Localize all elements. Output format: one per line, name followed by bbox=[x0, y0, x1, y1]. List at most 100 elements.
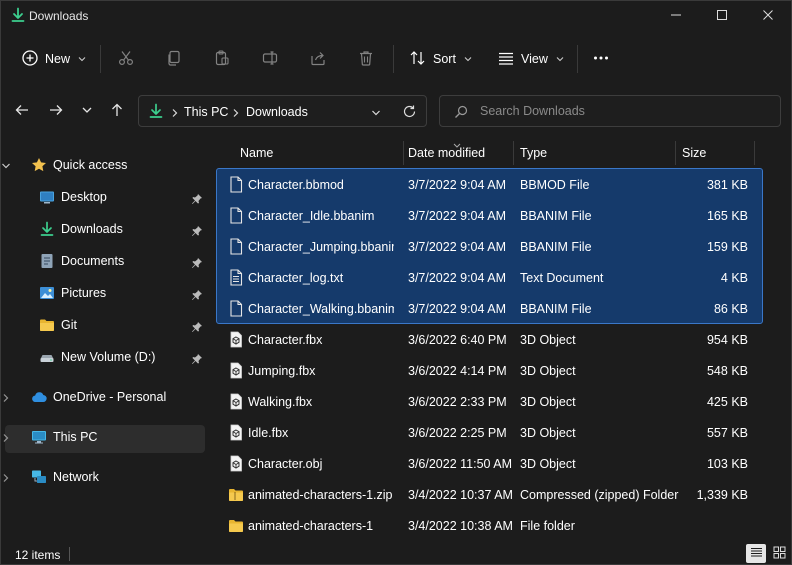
paste-button[interactable] bbox=[213, 43, 231, 75]
up-button[interactable] bbox=[105, 99, 129, 123]
file-row[interactable]: Idle.fbx 3/6/2022 2:25 PM 3D Object 557 KB bbox=[216, 417, 791, 448]
sidebar-item-network[interactable]: Network bbox=[3, 463, 99, 491]
chevron-right-icon[interactable] bbox=[1, 392, 11, 402]
column-header-name[interactable]: Name bbox=[240, 141, 273, 165]
file-size: 557 KB bbox=[706, 426, 748, 440]
file-row[interactable]: Character.obj 3/6/2022 11:50 AM 3D Object 1… bbox=[216, 448, 791, 479]
file-row[interactable]: animated-characters-1 3/4/2022 10:38 AM Fi… bbox=[216, 510, 791, 541]
tiles-view-icon bbox=[773, 546, 786, 562]
column-divider[interactable] bbox=[675, 141, 676, 165]
details-view-button[interactable] bbox=[746, 544, 766, 563]
share-button[interactable] bbox=[309, 43, 327, 75]
3d-object-icon bbox=[228, 455, 244, 472]
column-header-size[interactable]: Size bbox=[682, 141, 706, 165]
desktop-icon bbox=[39, 189, 55, 205]
file-row[interactable]: Character_Jumping.bbanim 3/7/2022 9:04 AM… bbox=[216, 231, 791, 262]
file-name: Character.fbx bbox=[248, 333, 323, 347]
3d-object-icon bbox=[228, 331, 244, 348]
file-name: animated-characters-1.zip bbox=[248, 488, 393, 502]
file-row[interactable]: Character_Idle.bbanim 3/7/2022 9:04 AM BBA… bbox=[216, 200, 791, 231]
view-button[interactable]: View bbox=[497, 43, 564, 75]
search-input[interactable] bbox=[480, 102, 770, 120]
sidebar-item-label: Git bbox=[61, 318, 77, 332]
pin-icon[interactable] bbox=[191, 289, 203, 301]
pin-icon[interactable] bbox=[191, 193, 203, 205]
sidebar-item-onedrive[interactable]: OneDrive - Personal bbox=[3, 383, 166, 411]
up-arrow-icon bbox=[109, 102, 125, 121]
file-row[interactable]: Jumping.fbx 3/6/2022 4:14 PM 3D Object 548 … bbox=[216, 355, 791, 386]
sidebar-item-downloads[interactable]: Downloads bbox=[39, 215, 123, 243]
column-header-type[interactable]: Type bbox=[520, 141, 547, 165]
view-icon bbox=[497, 49, 515, 70]
sidebar-item-desktop[interactable]: Desktop bbox=[39, 183, 107, 211]
more-options-button[interactable] bbox=[592, 43, 610, 75]
documents-icon bbox=[39, 253, 55, 269]
sidebar-item-label: Network bbox=[53, 470, 99, 484]
delete-button[interactable] bbox=[357, 43, 375, 75]
copy-icon bbox=[165, 49, 183, 70]
forward-button[interactable] bbox=[44, 99, 68, 123]
chevron-down-icon[interactable] bbox=[371, 107, 381, 117]
title-bar: Downloads bbox=[1, 1, 791, 31]
maximize-button[interactable] bbox=[699, 1, 745, 31]
recent-chevron-icon bbox=[79, 102, 95, 121]
navigation-pane: Quick access Desktop Downloads Documents… bbox=[1, 141, 209, 541]
chevron-right-icon[interactable] bbox=[1, 472, 11, 482]
chevron-right-icon[interactable] bbox=[1, 432, 11, 442]
3d-object-icon bbox=[228, 393, 244, 410]
back-button[interactable] bbox=[10, 99, 34, 123]
file-row[interactable]: Walking.fbx 3/6/2022 2:33 PM 3D Object 425 … bbox=[216, 386, 791, 417]
pin-icon[interactable] bbox=[191, 353, 203, 365]
sidebar-item-label: This PC bbox=[53, 430, 98, 444]
column-divider[interactable] bbox=[513, 141, 514, 165]
file-name: Character_Jumping.bbanim bbox=[248, 240, 394, 254]
sidebar-item-documents[interactable]: Documents bbox=[39, 247, 124, 275]
refresh-icon[interactable] bbox=[402, 104, 417, 119]
sidebar-item-this-pc[interactable]: This PC bbox=[3, 423, 98, 451]
file-size: 425 KB bbox=[706, 395, 748, 409]
details-view-icon bbox=[750, 546, 763, 562]
file-type: Text Document bbox=[520, 271, 604, 285]
file-type: File folder bbox=[520, 519, 575, 533]
file-row[interactable]: Character_Walking.bbanim 3/7/2022 9:04 AM… bbox=[216, 293, 791, 324]
chevron-down-icon bbox=[462, 52, 472, 66]
file-row[interactable]: Character_log.txt 3/7/2022 9:04 AM Text Do… bbox=[216, 262, 791, 293]
sidebar-item-git[interactable]: Git bbox=[39, 311, 77, 339]
search-box[interactable] bbox=[439, 95, 781, 127]
file-name: Jumping.fbx bbox=[248, 364, 316, 378]
file-name: Character_Idle.bbanim bbox=[248, 209, 375, 223]
cut-button[interactable] bbox=[117, 43, 135, 75]
rename-button[interactable] bbox=[261, 43, 279, 75]
view-label: View bbox=[521, 52, 548, 66]
file-row[interactable]: Character.fbx 3/6/2022 6:40 PM 3D Object 95… bbox=[216, 324, 791, 355]
pin-icon[interactable] bbox=[191, 321, 203, 333]
download-icon bbox=[148, 103, 164, 119]
file-type: BBMOD File bbox=[520, 178, 590, 192]
file-row[interactable]: animated-characters-1.zip 3/4/2022 10:37 … bbox=[216, 479, 791, 510]
file-type: BBANIM File bbox=[520, 209, 592, 223]
window-title: Downloads bbox=[29, 9, 89, 23]
sidebar-item-quick-access[interactable]: Quick access bbox=[2, 151, 127, 179]
sidebar-item-new-volume[interactable]: New Volume (D:) bbox=[39, 343, 155, 371]
pin-icon[interactable] bbox=[191, 257, 203, 269]
breadcrumb-this-pc[interactable]: This PC bbox=[184, 105, 228, 119]
status-divider bbox=[69, 547, 70, 561]
pin-icon[interactable] bbox=[191, 225, 203, 237]
sidebar-item-pictures[interactable]: Pictures bbox=[39, 279, 106, 307]
folder-icon bbox=[39, 317, 55, 333]
column-divider[interactable] bbox=[403, 141, 404, 165]
copy-button[interactable] bbox=[165, 43, 183, 75]
column-divider[interactable] bbox=[754, 141, 755, 165]
tiles-view-button[interactable] bbox=[769, 544, 789, 563]
chevron-down-icon[interactable] bbox=[1, 160, 11, 170]
sort-button[interactable]: Sort bbox=[409, 43, 472, 75]
address-bar[interactable]: This PC Downloads bbox=[138, 95, 427, 127]
new-button[interactable]: New bbox=[21, 43, 86, 75]
file-type: 3D Object bbox=[520, 395, 576, 409]
file-row[interactable]: Character.bbmod 3/7/2022 9:04 AM BBMOD Fil… bbox=[216, 169, 791, 200]
column-header-date[interactable]: Date modified bbox=[408, 141, 485, 165]
close-button[interactable] bbox=[745, 1, 791, 31]
minimize-button[interactable] bbox=[653, 1, 699, 31]
recent-locations-button[interactable] bbox=[75, 99, 99, 123]
breadcrumb-downloads[interactable]: Downloads bbox=[246, 105, 308, 119]
